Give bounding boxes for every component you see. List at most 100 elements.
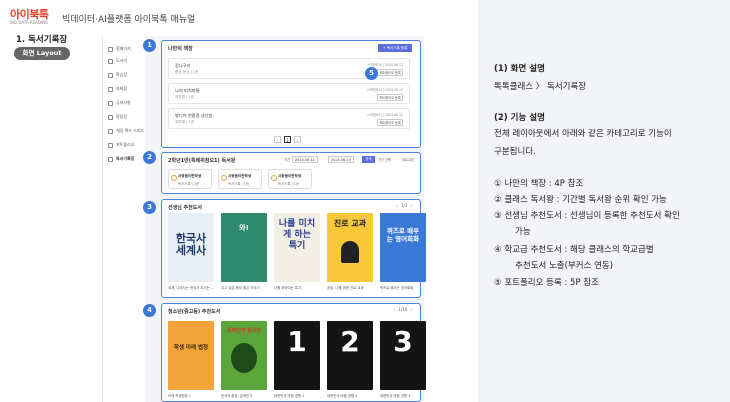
carousel-counter: 1/10: [398, 307, 408, 312]
function-desc-text: 구분됩니다.: [494, 147, 536, 157]
date-from-input[interactable]: 2024-06-12: [292, 156, 318, 163]
date-to-input[interactable]: 2024-06-23: [328, 156, 354, 163]
search-button[interactable]: 검색: [362, 156, 375, 163]
reading-count: 독서기록 | 2권: [178, 182, 200, 186]
sidebar-item-study[interactable]: 학습장: [108, 70, 146, 80]
prev-arrow-icon[interactable]: ‹: [394, 307, 396, 312]
callout-badge-5: 5: [365, 67, 378, 80]
pagination: ‹ 1 ›: [274, 136, 301, 143]
app-logo: 아이북톡 BIG DATA READING: [10, 6, 54, 26]
portfolio-register-button[interactable]: 포트폴리오 등록: [377, 119, 403, 126]
bookshelf-row[interactable]: 나의 피치피통 저자명 | 1권 시작한도서 | 2024.06.12 포트폴리…: [168, 83, 410, 104]
book-cover[interactable]: 2: [327, 321, 373, 390]
carousel-counter: 1/3: [400, 203, 408, 208]
function-desc-heading: (2) 기능 설명: [494, 113, 545, 123]
reading-king-card: 사용율이란학생 독서기록 | 1권: [218, 169, 262, 189]
my-bookshelf-panel: 나만의 책장 + 독서기록 등록 강나구리 한산 한국 | 1권 시작한도서 |…: [161, 40, 421, 148]
book-cover[interactable]: 존재인가 한국인: [221, 321, 267, 390]
book-caption: 쉬고 싶은 몸의 좋은 이야기: [221, 286, 260, 290]
manual-title: 빅데이터·AI플랫폼 아이북톡 매뉴얼: [62, 15, 196, 25]
pencil-icon: [108, 156, 113, 162]
book-caption: 세계, 나라사는 한국사 도서는 ...: [168, 286, 214, 290]
reading-count: 독서기록 | 1권: [278, 182, 300, 186]
sidebar-item-homework[interactable]: 과제함: [108, 84, 146, 94]
callout-badge-1: 1: [143, 39, 156, 52]
screen-desc-heading: (1) 화면 설명: [494, 64, 545, 74]
period-select[interactable]: 기간 선택: [378, 157, 391, 162]
teacher-recommend-panel: 선생님 추천도서 ‹ 1/3 › 한국사 세계사 와! 나를 미치게 하는 특기…: [161, 199, 426, 298]
book-cover[interactable]: 나를 미치게 하는 특기: [274, 213, 320, 282]
sidebar-item-game[interactable]: 게임·퀴즈 스피드: [108, 126, 146, 136]
add-reading-log-button[interactable]: + 독서기록 등록: [378, 44, 412, 52]
book-cover[interactable]: 1: [274, 321, 320, 390]
refresh-button[interactable]: 새로고침: [402, 157, 414, 162]
book-caption: 대한민국 마음 영향 3: [380, 394, 411, 398]
feature-item-cont: 가능: [515, 227, 531, 237]
book-caption: 퀴즈로 배우는 영어회화: [380, 286, 414, 290]
book-title: 강나구리: [175, 63, 191, 68]
function-desc-text: 전체 레이아웃에서 아래와 같은 카테고리로 기능이: [494, 129, 672, 139]
feature-item-cont: 추천도서 노출(부커스 연동): [515, 261, 614, 271]
next-arrow-icon[interactable]: ›: [410, 203, 412, 208]
logo-subtext: BIG DATA READING: [10, 20, 49, 25]
home-icon: [108, 46, 113, 52]
feature-item: ⑤ 포트폴리오 등록 : 5P 참조: [494, 278, 599, 288]
sidebar-item-home[interactable]: 홈페이지: [108, 44, 146, 54]
carousel-nav: ‹ 1/3 ›: [396, 203, 412, 208]
book-carousel: 학생 미래 법정 존재인가 한국인 1 2 3: [168, 321, 426, 390]
book-author: 저자명 | 1권: [175, 95, 195, 99]
book-caption: 공부, 나를 위한 진로 교과: [327, 286, 364, 290]
book-title: 발디어 친환경 생산법: [175, 113, 213, 118]
student-name: 사용율이란학생: [278, 174, 302, 178]
book-cover[interactable]: 진로 교과: [327, 213, 373, 282]
book-cover[interactable]: 학생 미래 법정: [168, 321, 214, 390]
game-icon: [108, 128, 113, 134]
callout-badge-3: 3: [143, 201, 156, 214]
book-cover[interactable]: 3: [380, 321, 426, 390]
bell-icon: [108, 114, 113, 120]
sidebar-item-portfolio[interactable]: 포트폴리오: [108, 140, 146, 150]
notebook-icon: [108, 72, 113, 78]
task-icon: [108, 86, 113, 92]
book-cover[interactable]: 와!: [221, 213, 267, 282]
prev-arrow-icon[interactable]: ‹: [396, 203, 398, 208]
screen-desc-text: 톡톡클래스 〉 독서기록장: [494, 82, 587, 92]
medal-icon: [221, 175, 227, 181]
callout-badge-4: 4: [143, 304, 156, 317]
bookshelf-row[interactable]: 발디어 친환경 생산법 교보재 | 1권 시작한도서 | 2024.06.12 …: [168, 108, 410, 129]
book-icon: [108, 58, 113, 64]
next-page-button[interactable]: ›: [294, 136, 301, 143]
feature-item: ② 클래스 독서왕 : 기간별 독서왕 순위 확인 가능: [494, 195, 667, 205]
sidebar-item-reading-log[interactable]: 독서기록장: [108, 154, 146, 164]
portfolio-register-button[interactable]: 포트폴리오 등록: [377, 69, 403, 76]
page-number[interactable]: 1: [284, 136, 291, 143]
megaphone-icon: [108, 100, 113, 106]
book-caption: 나를 위하여는 특기: [274, 286, 302, 290]
class-reading-king-panel: 2학년1반(특례위참오1) 독서왕 기간 2024-06-12 2024-06-…: [161, 152, 421, 194]
sidebar-item-notice[interactable]: 공지사항: [108, 98, 146, 108]
prev-page-button[interactable]: ‹: [274, 136, 281, 143]
next-arrow-icon[interactable]: ›: [410, 307, 412, 312]
app-screenshot: 홈페이지 도서이 학습장 과제함 공지사항 알림장 게임·퀴즈 스피드 포트폴리…: [102, 36, 426, 402]
portfolio-register-button[interactable]: 포트폴리오 등록: [377, 94, 403, 101]
sidebar: 홈페이지 도서이 학습장 과제함 공지사항 알림장 게임·퀴즈 스피드 포트폴리…: [103, 36, 147, 402]
layout-pill: 화면 Layout: [14, 47, 70, 60]
sidebar-item-books[interactable]: 도서이: [108, 56, 146, 66]
student-name: 사용율이란학생: [228, 174, 252, 178]
medal-icon: [271, 175, 277, 181]
book-caption: 대한민국 마음 영향 1: [274, 394, 305, 398]
book-author: 교보재 | 1권: [175, 120, 195, 124]
feature-item: ① 나만의 책장 : 4P 참조: [494, 179, 584, 189]
book-meta: 시작한도서 | 2024.06.12: [366, 88, 403, 92]
reading-count: 독서기록 | 1권: [228, 182, 250, 186]
panel-title: 선생님 추천도서: [168, 205, 202, 211]
book-carousel: 한국사 세계사 와! 나를 미치게 하는 특기 진로 교과 퀴즈로 배우는 영어…: [168, 213, 426, 282]
callout-badge-2: 2: [143, 151, 156, 164]
book-cover[interactable]: 한국사 세계사: [168, 213, 214, 282]
book-author: 한산 한국 | 1권: [175, 70, 199, 74]
medal-icon: [171, 175, 177, 181]
section-title: 1. 독서기록장: [16, 35, 68, 45]
book-cover[interactable]: 퀴즈로 배우는 영어회화: [380, 213, 426, 282]
sidebar-item-alert[interactable]: 알림장: [108, 112, 146, 122]
book-caption: 한국의 환경, 존재인가: [221, 394, 253, 398]
